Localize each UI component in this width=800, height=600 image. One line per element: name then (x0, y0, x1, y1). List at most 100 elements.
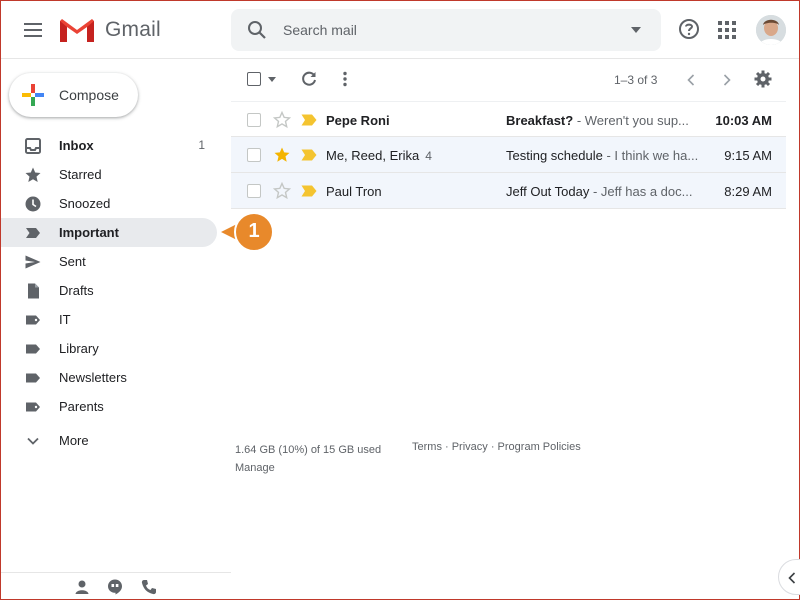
storage-info: 1.64 GB (10%) of 15 GB used Manage (235, 441, 381, 477)
phone-icon[interactable] (141, 579, 157, 595)
sidebar-item-more[interactable]: More (1, 426, 217, 455)
mail-toolbar: 1–3 of 3 (231, 59, 799, 101)
sidebar-item-label: Parents (59, 399, 104, 414)
help-icon[interactable] (678, 18, 700, 40)
sidebar-item-label: Snoozed (59, 196, 111, 211)
search-options-caret-icon[interactable] (631, 26, 641, 34)
step-callout: 1 (219, 212, 277, 252)
label-icon (26, 373, 40, 383)
sidebar-item-newsletters[interactable]: Newsletters (1, 363, 217, 392)
email-subject: Testing schedule (506, 148, 603, 163)
sidebar-nav: Inbox 1 Starred Snoozed Important Sent D… (1, 131, 231, 455)
sidebar-item-label: Starred (59, 167, 102, 182)
sidebar-item-snoozed[interactable]: Snoozed (1, 189, 217, 218)
settings-gear-icon[interactable] (754, 70, 772, 88)
apps-grid-icon[interactable] (717, 20, 737, 40)
sidebar-footer (1, 572, 231, 600)
email-select-checkbox[interactable] (247, 148, 261, 162)
hamburger-icon (24, 23, 42, 37)
email-subject-snippet: Testing schedule - I think we ha... (506, 148, 706, 163)
email-subject: Breakfast? (506, 113, 574, 128)
pagination-range: 1–3 of 3 (614, 73, 658, 87)
email-row[interactable]: Me, Reed, Erika 4 Testing schedule - I th… (231, 137, 786, 173)
email-sender: Me, Reed, Erika 4 (326, 148, 432, 163)
email-time: 8:29 AM (724, 184, 772, 199)
policy-links[interactable]: Terms · Privacy · Program Policies (412, 441, 581, 453)
sidebar-item-label: Inbox (59, 138, 94, 153)
sidebar-item-sent[interactable]: Sent (1, 247, 217, 276)
sender-name: Paul Tron (326, 184, 382, 199)
sidebar-item-inbox[interactable]: Inbox 1 (1, 131, 217, 160)
account-avatar[interactable] (756, 15, 786, 45)
sidebar-item-library[interactable]: Library (1, 334, 217, 363)
app-header: Gmail Search mail (1, 1, 799, 59)
email-sender: Pepe Roni (326, 113, 396, 128)
sidebar-item-parents[interactable]: Parents (1, 392, 217, 421)
inbox-icon (25, 138, 41, 154)
search-input[interactable]: Search mail (283, 22, 357, 38)
star-outline-icon[interactable] (273, 111, 291, 129)
sidebar-item-starred[interactable]: Starred (1, 160, 217, 189)
sidebar-item-it[interactable]: IT (1, 305, 217, 334)
sidebar-item-label: Drafts (59, 283, 94, 298)
compose-button[interactable]: Compose (9, 73, 138, 117)
label-icon (26, 402, 40, 412)
search-bar[interactable]: Search mail (231, 9, 661, 51)
star-outline-icon[interactable] (273, 182, 291, 200)
sidebar-item-important[interactable]: Important (1, 218, 217, 247)
side-panel-toggle[interactable] (778, 559, 800, 595)
email-time: 10:03 AM (715, 113, 772, 128)
email-snippet: - I think we ha... (602, 148, 699, 163)
email-sender: Paul Tron (326, 184, 388, 199)
label-icon (26, 344, 40, 354)
more-options-icon[interactable] (342, 71, 348, 87)
email-row[interactable]: Paul Tron Jeff Out Today - Jeff has a do… (231, 173, 786, 209)
sidebar-item-label: Library (59, 341, 99, 356)
sidebar-item-label: Newsletters (59, 370, 127, 385)
important-marker-icon[interactable] (301, 185, 317, 197)
app-name[interactable]: Gmail (105, 18, 161, 42)
person-icon[interactable] (74, 579, 90, 595)
refresh-icon[interactable] (301, 71, 317, 87)
plus-icon (22, 84, 44, 106)
search-icon[interactable] (247, 20, 267, 40)
email-select-checkbox[interactable] (247, 113, 261, 127)
gmail-logo-icon[interactable] (59, 17, 95, 43)
send-icon (25, 255, 41, 269)
manage-storage-link[interactable]: Manage (235, 459, 381, 477)
email-subject: Jeff Out Today (506, 184, 590, 199)
important-marker-icon[interactable] (301, 114, 317, 126)
email-select-checkbox[interactable] (247, 184, 261, 198)
profile-photo-icon (756, 15, 786, 45)
important-marker-icon[interactable] (301, 149, 317, 161)
email-list: Pepe Roni Breakfast? - Weren't you sup..… (231, 101, 786, 209)
sender-name: Pepe Roni (326, 113, 390, 128)
sidebar-item-drafts[interactable]: Drafts (1, 276, 217, 305)
star-icon (25, 167, 41, 182)
sidebar-item-label: Sent (59, 254, 86, 269)
sidebar-item-label: More (59, 433, 89, 448)
email-subject-snippet: Jeff Out Today - Jeff has a doc... (506, 184, 706, 199)
label-icon (26, 315, 40, 325)
compose-label: Compose (59, 87, 119, 103)
email-snippet: - Jeff has a doc... (589, 184, 693, 199)
chevron-left-icon[interactable] (686, 73, 696, 87)
sender-name: Me, Reed, Erika (326, 148, 420, 163)
star-filled-icon[interactable] (273, 146, 291, 164)
sidebar-item-label: IT (59, 312, 71, 327)
chevron-left-icon (788, 572, 796, 584)
main-menu-button[interactable] (15, 15, 51, 45)
email-snippet: - Weren't you sup... (573, 113, 689, 128)
hangouts-icon[interactable] (107, 579, 123, 595)
select-dropdown-caret-icon[interactable] (268, 77, 276, 83)
sidebar-item-label: Important (59, 225, 119, 240)
thread-count: 4 (425, 149, 432, 163)
email-subject-snippet: Breakfast? - Weren't you sup... (506, 113, 706, 128)
select-all-checkbox[interactable] (247, 72, 261, 86)
important-icon (26, 228, 40, 238)
chevron-down-icon (27, 437, 39, 445)
chevron-right-icon[interactable] (722, 73, 732, 87)
unread-count: 1 (198, 138, 205, 152)
email-row[interactable]: Pepe Roni Breakfast? - Weren't you sup..… (231, 101, 786, 137)
draft-icon (28, 283, 39, 299)
